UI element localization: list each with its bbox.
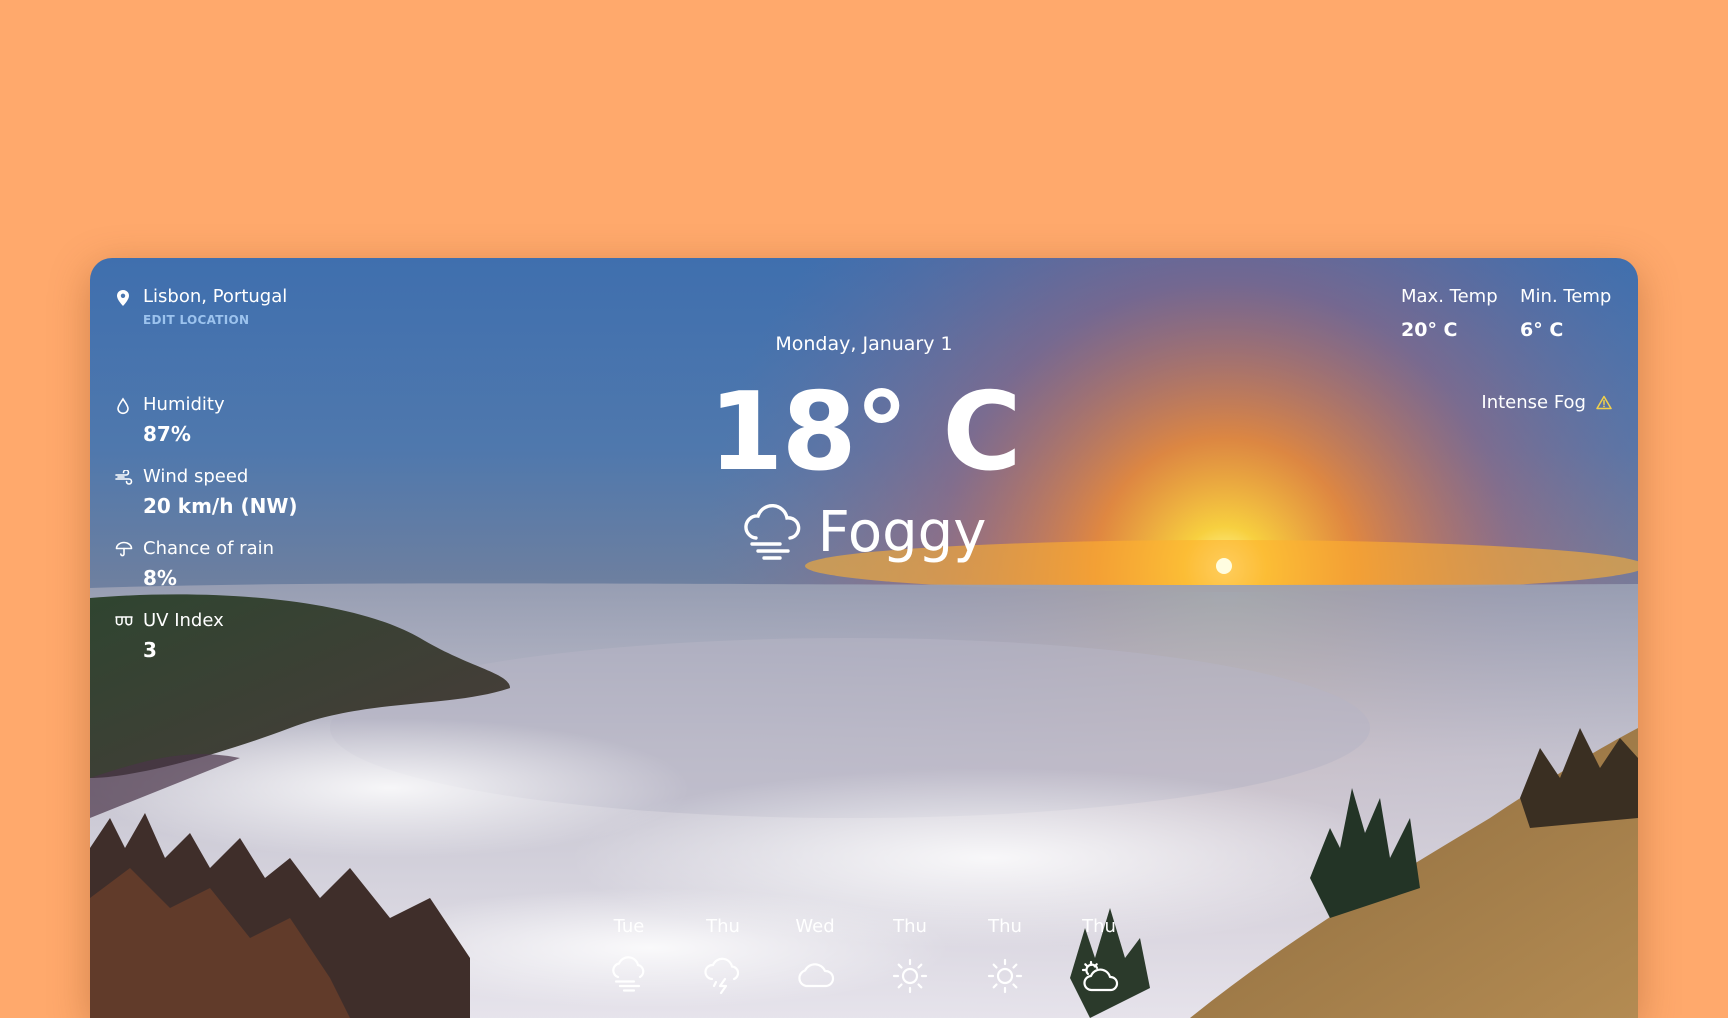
uv-index-value: 3 <box>143 638 157 662</box>
uv-index-label: UV Index <box>143 610 224 631</box>
current-condition: Foggy <box>90 500 1638 565</box>
location-name: Lisbon, Portugal <box>143 286 288 307</box>
min-temp-label: Min. Temp <box>1520 286 1612 307</box>
thunderstorm-icon[interactable] <box>703 955 743 995</box>
edit-location-link[interactable]: EDIT LOCATION <box>143 313 249 327</box>
sun-icon[interactable] <box>985 955 1025 995</box>
forecast-day-label: Thu <box>893 916 927 937</box>
min-temp-value: 6° C <box>1520 319 1564 341</box>
weather-alert[interactable]: Intense Fog <box>1481 392 1612 413</box>
fog-icon <box>742 502 804 564</box>
warning-icon <box>1596 395 1612 410</box>
partly-cloudy-icon[interactable] <box>1079 955 1119 995</box>
forecast-day-label: Thu <box>988 916 1022 937</box>
location-pin-icon <box>116 289 130 307</box>
weather-card: Lisbon, Portugal EDIT LOCATION Humidity … <box>90 258 1638 1018</box>
current-temperature: 18° C <box>708 370 1021 495</box>
forecast-day-label: Thu <box>1082 916 1116 937</box>
forecast-day-label: Tue <box>613 916 645 937</box>
fog-icon[interactable] <box>609 955 649 995</box>
condition-label: Foggy <box>817 500 987 565</box>
forecast-day-label: Thu <box>706 916 740 937</box>
max-temp-label: Max. Temp <box>1401 286 1498 307</box>
forecast-day-label: Wed <box>795 916 835 937</box>
chance-of-rain-value: 8% <box>143 566 177 590</box>
sun-icon[interactable] <box>890 955 930 995</box>
alert-label: Intense Fog <box>1481 392 1586 413</box>
sunglasses-icon <box>115 614 133 628</box>
max-temp-value: 20° C <box>1401 319 1458 341</box>
cloud-icon[interactable] <box>795 955 835 995</box>
